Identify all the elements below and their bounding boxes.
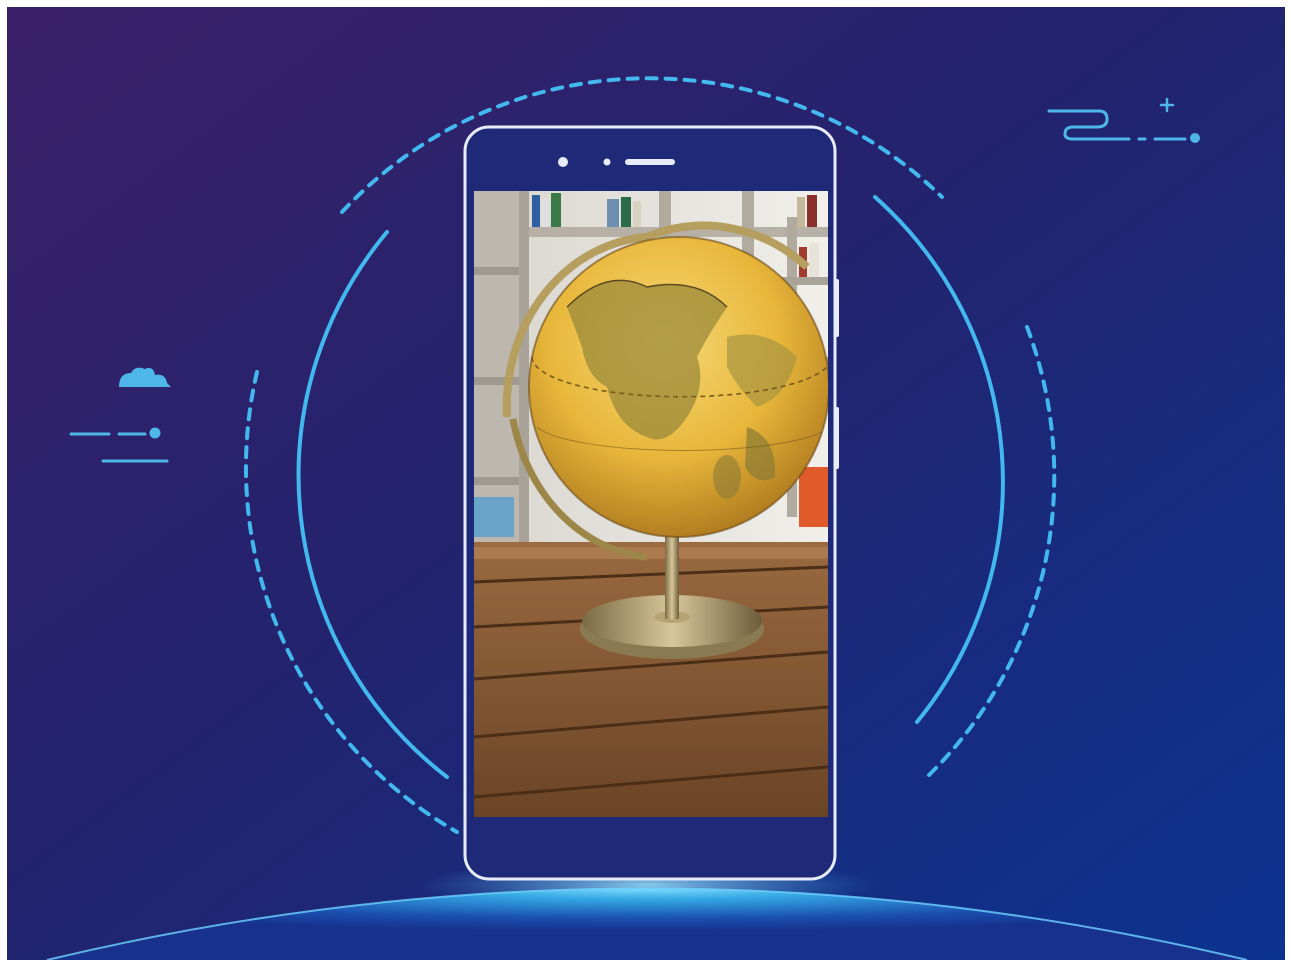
phone-screen-photo (474, 191, 828, 817)
wind-dot-icon (1190, 133, 1200, 143)
phone-side-button-bottom (834, 407, 839, 469)
phone-speaker (625, 159, 675, 165)
illustration-canvas (7, 7, 1285, 960)
phone-sensor (603, 158, 611, 166)
phone (463, 125, 839, 881)
wooden-table (474, 542, 828, 817)
illustration-svg (7, 7, 1285, 960)
phone-front-camera (558, 157, 568, 167)
phone-side-button-top (834, 279, 839, 337)
globe (528, 236, 828, 538)
